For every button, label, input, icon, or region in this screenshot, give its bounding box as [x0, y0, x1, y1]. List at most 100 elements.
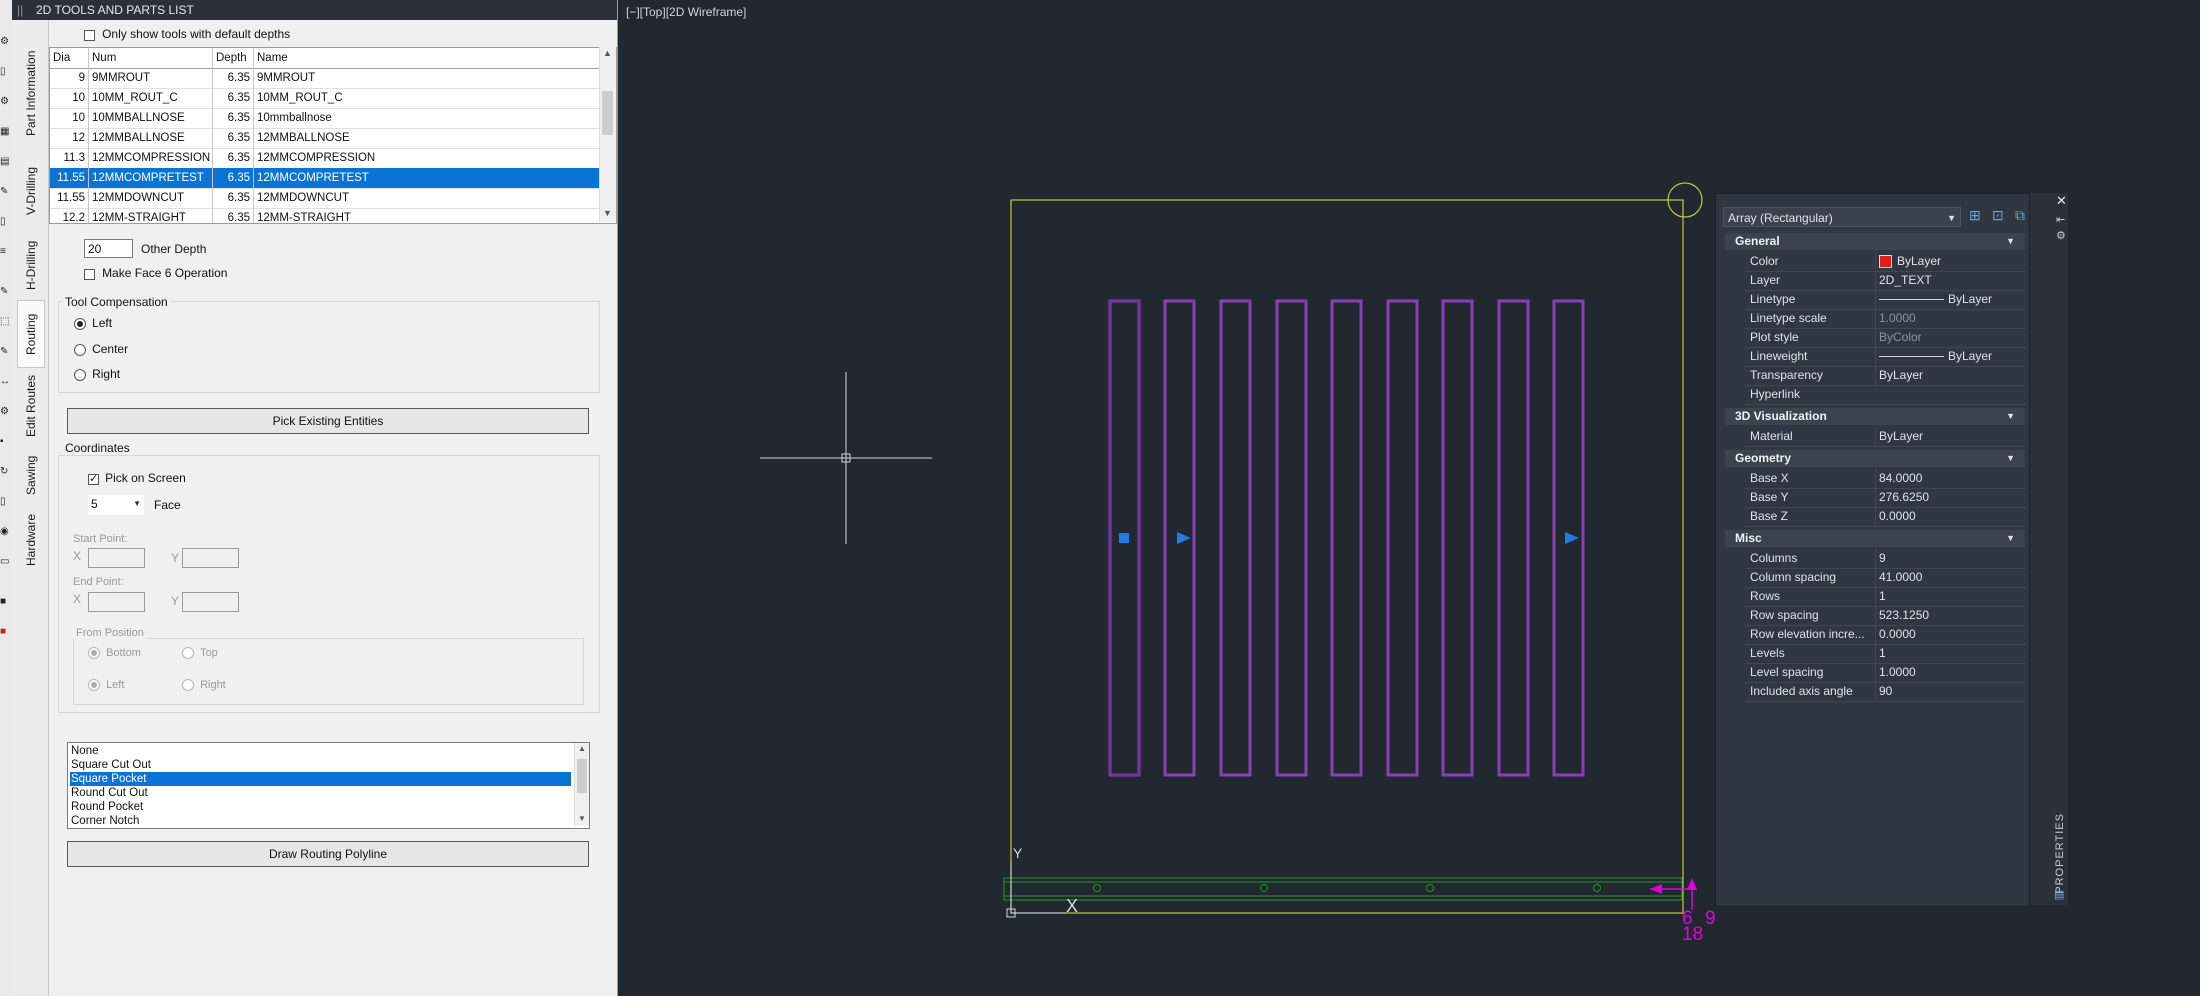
face6-checkbox[interactable]	[84, 268, 95, 280]
from-top-radio[interactable]	[182, 647, 194, 660]
routing-shape-list[interactable]: None Square Cut Out Square Pocket Round …	[67, 742, 590, 829]
properties-menu-icon[interactable]: ⚙	[2056, 229, 2066, 242]
comp-left-option[interactable]: Left	[74, 316, 112, 331]
collapse-icon[interactable]: ▼	[1996, 450, 2015, 467]
face6-option[interactable]: Make Face 6 Operation	[84, 266, 227, 280]
prop-row-base-x[interactable]: Base X 84.0000	[1745, 469, 2025, 489]
prop-row-rows[interactable]: Rows 1	[1745, 587, 2025, 607]
prop-value[interactable]: ByLayer	[1875, 366, 2025, 385]
file-icon[interactable]: ▯	[0, 496, 10, 508]
prop-value[interactable]: 90	[1875, 682, 2025, 701]
export-icon[interactable]: ■	[0, 626, 10, 638]
tool-table[interactable]: Dia Num Depth Name 9 9MMROUT 6.35 9MMROU…	[49, 47, 617, 224]
prop-value[interactable]: 276.6250	[1875, 488, 2025, 507]
dashed-box-icon[interactable]: ⬚	[0, 316, 10, 328]
select-objects-icon[interactable]: ⊡	[1992, 207, 2008, 223]
list-icon[interactable]: ≡	[0, 246, 10, 258]
section-geometry[interactable]: Geometry ▼	[1725, 450, 2025, 467]
window-icon[interactable]: ▭	[0, 556, 10, 568]
prop-row-base-z[interactable]: Base Z 0.0000	[1745, 507, 2025, 527]
prop-value[interactable]: 1	[1875, 587, 2025, 606]
from-left-radio[interactable]	[88, 679, 100, 692]
list-item-selected[interactable]: Square Pocket	[70, 772, 571, 786]
prop-row-linetype[interactable]: Linetype ByLayer	[1745, 290, 2025, 310]
prop-value[interactable]: 9	[1875, 549, 2025, 568]
list-item[interactable]: Corner Notch	[70, 814, 571, 828]
scroll-thumb[interactable]	[602, 91, 613, 135]
arrows-icon[interactable]: ↔	[0, 376, 10, 388]
list-item[interactable]: Square Cut Out	[70, 758, 571, 772]
section-misc[interactable]: Misc ▼	[1725, 530, 2025, 547]
tab-sawing[interactable]: Sawing	[18, 446, 44, 504]
list-scrollbar[interactable]: ▲ ▼	[574, 743, 589, 826]
table-row[interactable]: 9 9MMROUT 6.35 9MMROUT	[50, 68, 600, 89]
prop-row-hyperlink[interactable]: Hyperlink	[1745, 385, 2025, 405]
page-icon[interactable]: ▯	[0, 216, 10, 228]
table-scrollbar[interactable]: ▲ ▼	[599, 47, 616, 222]
from-top-option[interactable]: Top	[182, 647, 218, 660]
pick-existing-entities-button[interactable]: Pick Existing Entities	[67, 408, 589, 434]
prop-row-columns[interactable]: Columns 9	[1745, 549, 2025, 569]
tab-edit-routes[interactable]: Edit Routes	[18, 366, 44, 446]
comp-center-radio[interactable]	[74, 344, 86, 357]
prop-value[interactable]: 523.1250	[1875, 606, 2025, 625]
prop-row-color[interactable]: Color ByLayer	[1745, 252, 2025, 272]
document-icon[interactable]: ▯	[0, 66, 10, 78]
section-general[interactable]: General ▼	[1725, 233, 2025, 250]
collapse-icon[interactable]: ▼	[1996, 233, 2015, 250]
column-header-num[interactable]: Num	[89, 48, 213, 68]
prop-row-layer[interactable]: Layer 2D_TEXT	[1745, 271, 2025, 291]
prop-row-included-axis-angle[interactable]: Included axis angle 90	[1745, 682, 2025, 702]
column-header-depth[interactable]: Depth	[213, 48, 254, 68]
column-count-grip[interactable]	[1565, 532, 1579, 544]
tool-icon[interactable]: ⚙	[0, 406, 10, 418]
rotate-icon[interactable]: ↻	[0, 466, 10, 478]
scroll-down-icon[interactable]: ▼	[578, 814, 586, 823]
palette-icon[interactable]: ▤	[2054, 888, 2064, 901]
face-select[interactable]: 5 ▼	[88, 495, 144, 515]
report-icon[interactable]: ▤	[0, 156, 10, 168]
prop-value[interactable]: 0.0000	[1875, 625, 2025, 644]
prop-value[interactable]: ByColor	[1875, 328, 2025, 347]
only-default-depths-option[interactable]: Only show tools with default depths	[84, 27, 290, 41]
from-right-radio[interactable]	[182, 679, 194, 692]
comp-right-radio[interactable]	[74, 369, 86, 382]
prop-value[interactable]: 1	[1875, 644, 2025, 663]
list-item[interactable]: Round Pocket	[70, 800, 571, 814]
prop-value[interactable]: 41.0000	[1875, 568, 2025, 587]
column-header-name[interactable]: Name	[254, 48, 600, 68]
prop-row-levels[interactable]: Levels 1	[1745, 644, 2025, 664]
grid-icon[interactable]: ▦	[0, 126, 10, 138]
from-bottom-option[interactable]: Bottom	[88, 647, 141, 660]
draw-icon[interactable]: ✎	[0, 346, 10, 358]
prop-value[interactable]: ByLayer	[1875, 347, 2025, 366]
save-icon[interactable]: ▪	[0, 436, 10, 448]
toggle-pickadd-icon[interactable]: ⊞	[1969, 207, 1985, 223]
prop-row-column-spacing[interactable]: Column spacing 41.0000	[1745, 568, 2025, 588]
scroll-up-icon[interactable]: ▲	[603, 48, 612, 58]
prop-value[interactable]: 2D_TEXT	[1875, 271, 2025, 290]
bottom-rail[interactable]	[1003, 877, 1683, 901]
from-left-option[interactable]: Left	[88, 679, 124, 692]
chevron-down-icon[interactable]: ▼	[133, 495, 141, 513]
prop-value[interactable]: ByLayer	[1875, 252, 2025, 271]
eye-icon[interactable]: ◉	[0, 526, 10, 538]
tab-hardware[interactable]: Hardware	[18, 504, 44, 576]
list-item[interactable]: None	[70, 744, 571, 758]
table-row[interactable]: 10 10MM_ROUT_C 6.35 10MM_ROUT_C	[50, 88, 600, 109]
base-grip[interactable]	[1119, 533, 1129, 543]
start-x-input[interactable]	[88, 548, 145, 568]
chevron-down-icon[interactable]: ▼	[1947, 208, 1956, 228]
end-y-input[interactable]	[182, 592, 239, 612]
quick-select-icon[interactable]: ⧉	[2015, 207, 2031, 223]
settings-icon[interactable]: ⚙	[0, 96, 10, 108]
scroll-thumb[interactable]	[577, 759, 587, 793]
tab-h-drilling[interactable]: H-Drilling	[18, 230, 44, 300]
prop-row-level-spacing[interactable]: Level spacing 1.0000	[1745, 663, 2025, 683]
only-default-depths-checkbox[interactable]	[84, 29, 95, 41]
pick-on-screen-option[interactable]: Pick on Screen	[88, 471, 186, 485]
table-row-selected[interactable]: 11.55 12MMCOMPRETEST 6.35 12MMCOMPRETEST	[50, 168, 600, 189]
prop-row-material[interactable]: Material ByLayer	[1745, 427, 2025, 447]
grip-handle[interactable]: ||	[17, 0, 23, 20]
other-depth-input[interactable]: 20	[84, 239, 133, 258]
